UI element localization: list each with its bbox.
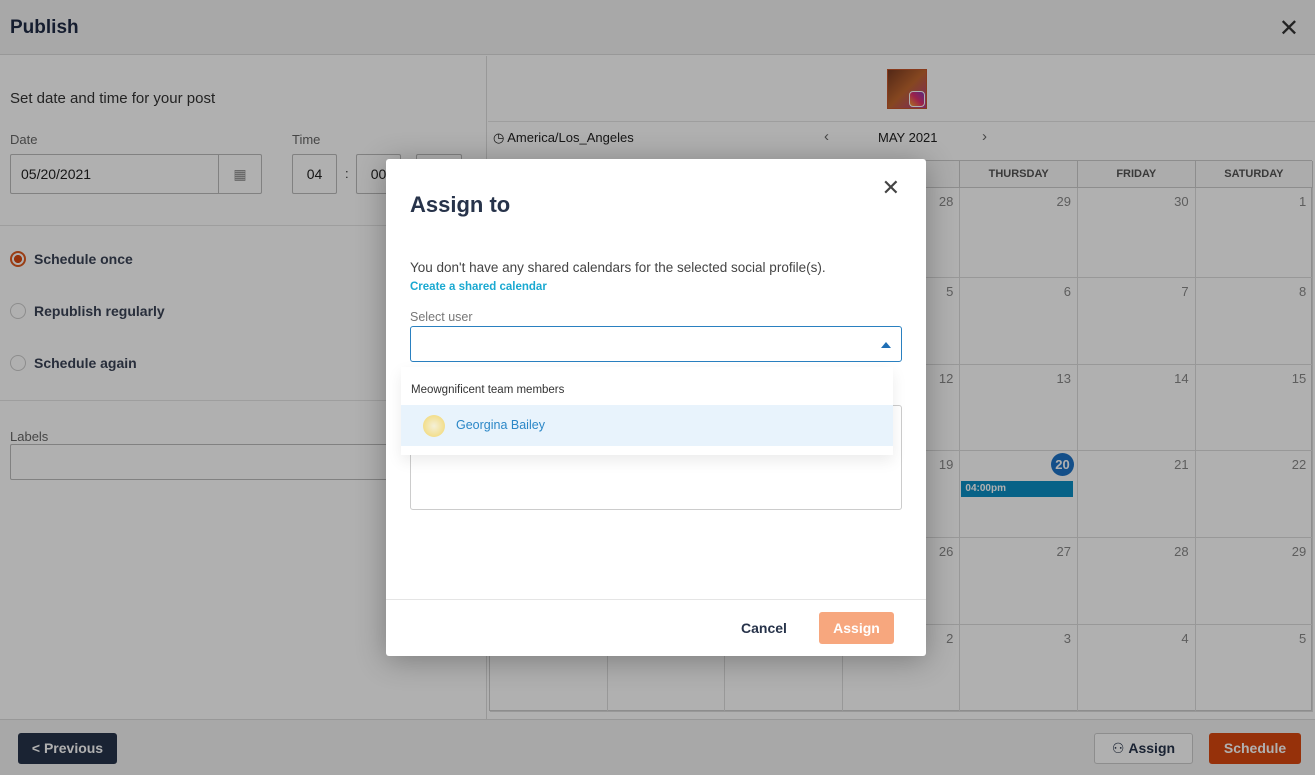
dialog-title: Assign to (410, 192, 511, 217)
cancel-button[interactable]: Cancel (724, 612, 804, 644)
assign-dialog: Assign to ✕ You don't have any shared ca… (386, 159, 926, 656)
dropdown-option-georgina-bailey[interactable]: Georgina Bailey (401, 405, 893, 446)
option-label: Georgina Bailey (456, 418, 545, 432)
select-user-dropdown[interactable] (410, 326, 902, 362)
user-avatar (423, 415, 445, 437)
user-dropdown-list: Meowgnificent team members Georgina Bail… (401, 367, 893, 455)
dropdown-group-header: Meowgnificent team members (411, 384, 565, 396)
no-calendars-message: You don't have any shared calendars for … (410, 260, 826, 275)
assign-confirm-button[interactable]: Assign (819, 612, 894, 644)
close-icon[interactable]: ✕ (882, 175, 900, 201)
caret-up-icon (881, 342, 891, 348)
create-shared-calendar-link[interactable]: Create a shared calendar (410, 281, 547, 293)
select-user-label: Select user (410, 310, 473, 324)
